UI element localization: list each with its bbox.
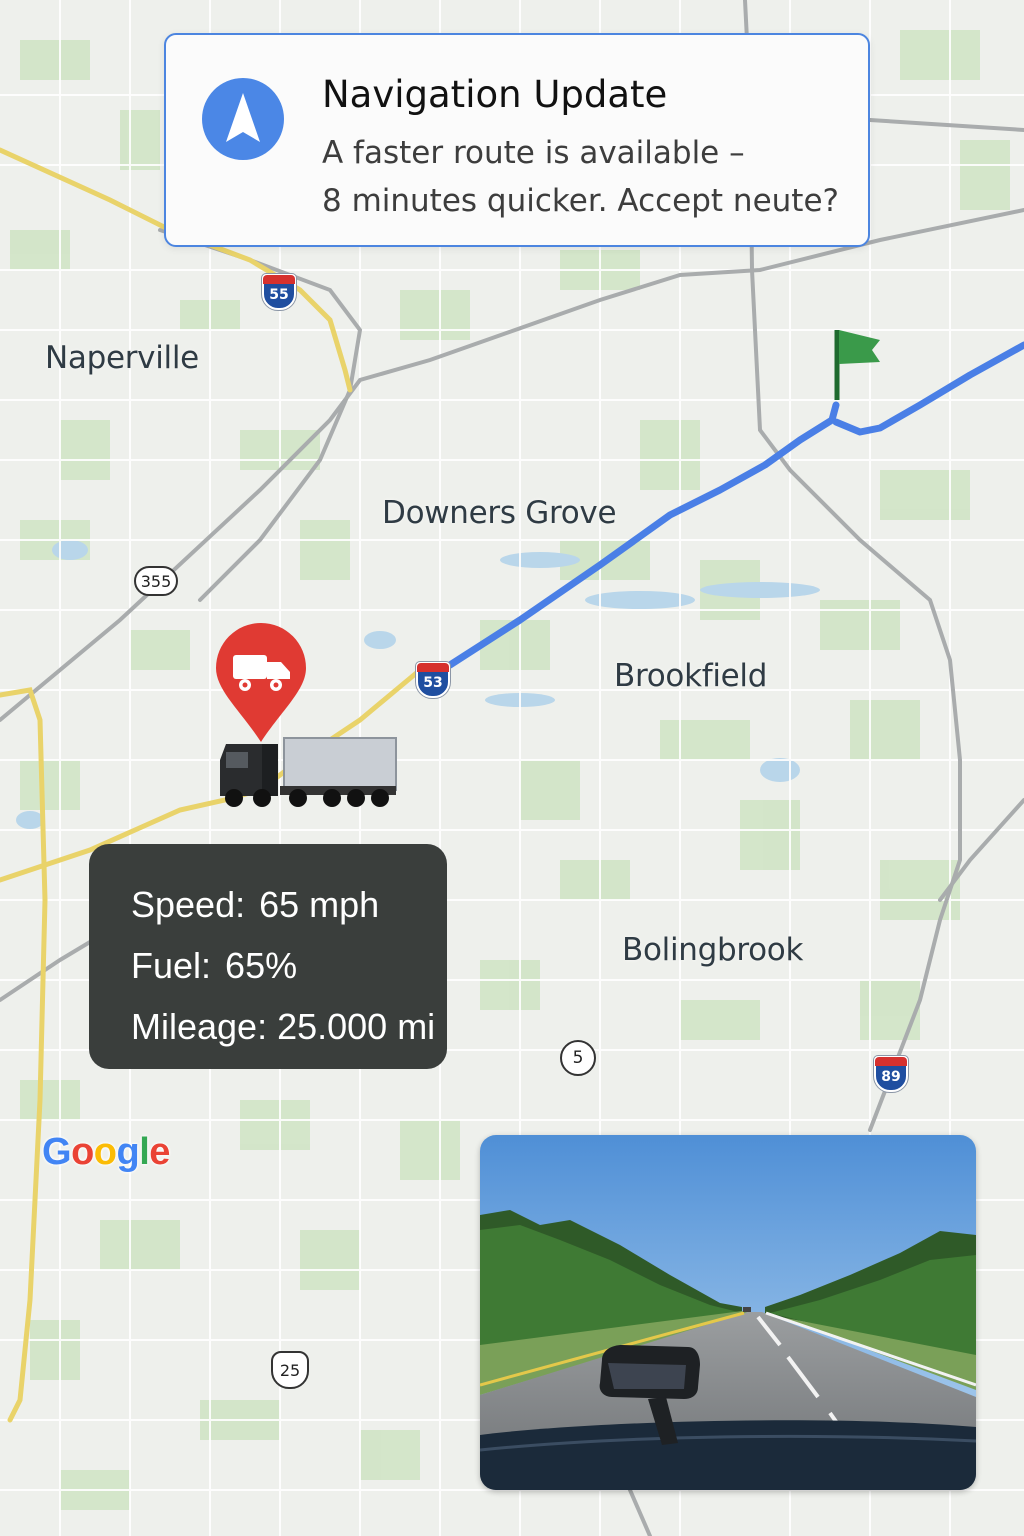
mileage-value: 25.000 mi (277, 1006, 436, 1047)
fuel-row: Fuel: 65% (131, 935, 447, 996)
speed-row: Speed: 65 mph (131, 874, 447, 935)
city-label-bolingbrook: Bolingbrook (622, 932, 804, 968)
speed-value: 65 mph (259, 884, 380, 925)
fuel-value: 65% (225, 945, 298, 986)
navigation-update-notification[interactable]: Navigation Update A faster route is avai… (164, 33, 870, 247)
navigation-arrow-icon (202, 78, 284, 160)
vehicle-stats-panel: Speed: 65 mph Fuel: 65% Mileage: 25.000 mi (89, 844, 447, 1069)
route-355-shield: 355 (134, 566, 178, 596)
interstate-89-shield: 89 (874, 1056, 908, 1092)
route-5-shield: 5 (560, 1040, 596, 1076)
notification-body-line-1: A faster route is available – (322, 135, 745, 171)
notification-body-line-2: 8 minutes quicker. Accept neute? (322, 183, 839, 219)
notification-title: Navigation Update (322, 73, 668, 116)
notification-body: A faster route is available – 8 minutes … (322, 129, 862, 225)
fuel-label: Fuel: (131, 945, 212, 986)
interstate-55-shield: 55 (262, 274, 296, 310)
speed-label: Speed: (131, 884, 246, 925)
mileage-label: Mileage: (131, 1006, 268, 1047)
google-logo: Google (42, 1131, 170, 1173)
us-25-shield: 25 (271, 1351, 309, 1389)
dashcam-highway-view[interactable] (480, 1135, 976, 1490)
city-label-downers-grove: Downers Grove (382, 495, 617, 531)
city-label-brookfield: Brookfield (614, 658, 768, 694)
interstate-53-shield: 53 (416, 662, 450, 698)
mileage-row: Mileage: 25.000 mi (131, 996, 447, 1057)
city-label-naperville: Naperville (45, 340, 199, 376)
